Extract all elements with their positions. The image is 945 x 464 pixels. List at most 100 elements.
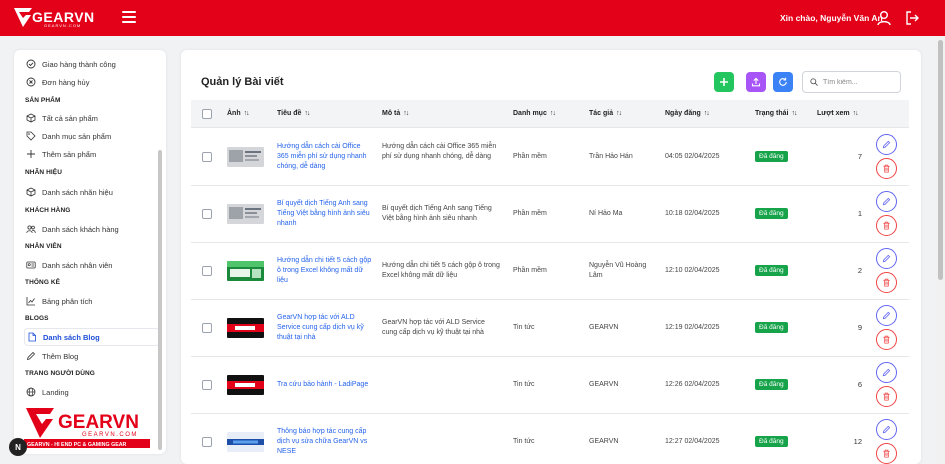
sidebar: Giao hàng thành công Đơn hàng hủy SẢN PH…	[14, 50, 166, 454]
edit-button[interactable]	[876, 305, 897, 326]
table-row: Tra cứu bảo hành - LadiPage Tin tức GEAR…	[191, 357, 909, 414]
post-thumbnail	[227, 375, 264, 395]
row-checkbox[interactable]	[202, 380, 212, 390]
sidebar-item-customer-list[interactable]: Danh sách khách hàng	[26, 220, 148, 238]
refresh-button[interactable]	[773, 72, 793, 92]
column-header-label: Lượt xem	[817, 110, 850, 117]
status-badge: Đã đăng	[755, 322, 788, 333]
edit-button[interactable]	[876, 191, 897, 212]
box-icon	[26, 187, 36, 197]
post-title-link[interactable]: GearVN hợp tác với ALD Service cung cấp …	[277, 313, 373, 343]
menu-toggle-icon[interactable]	[122, 11, 136, 23]
table-row: Hướng dẫn chi tiết 5 cách gộp ô trong Ex…	[191, 243, 909, 300]
sort-icon: ↑↓	[549, 110, 556, 117]
sidebar-item-product-categories[interactable]: Danh mục sản phẩm	[26, 127, 148, 145]
users-icon	[26, 225, 36, 234]
sort-icon: ↑↓	[791, 110, 797, 117]
post-title-link[interactable]: Hướng dẫn chi tiết 5 cách gộp ô trong Ex…	[277, 256, 373, 286]
refresh-icon	[779, 77, 787, 86]
add-post-button[interactable]	[714, 72, 734, 92]
edit-button[interactable]	[876, 362, 897, 383]
column-header-title[interactable]: Tiêu đề ↑↓	[277, 110, 310, 117]
delete-button[interactable]	[876, 329, 897, 350]
logout-icon[interactable]	[904, 10, 920, 26]
svg-text:GEARVN - HI END PC & GAMING GE: GEARVN - HI END PC & GAMING GEAR	[27, 442, 127, 448]
sidebar-item-label: Danh sách Blog	[43, 332, 100, 342]
sidebar-item-delivered[interactable]: Giao hàng thành công	[26, 55, 148, 73]
sidebar-item-staff-list[interactable]: Danh sách nhân viên	[26, 256, 148, 274]
post-views: 1	[857, 209, 862, 218]
table-row: Hướng dẫn cách cài Office 365 miễn phí s…	[191, 129, 909, 186]
sidebar-item-blog-list[interactable]: Danh sách Blog	[24, 328, 160, 346]
blog-management-panel: Quản lý Bài viết Ảnh↑↓ Tiêu đề↑↓ Mô tả↑↓…	[181, 50, 921, 464]
post-thumbnail	[227, 318, 264, 338]
post-author: GEARVN	[589, 438, 619, 445]
gearvn-logo[interactable]: GEARVN GEARVN.COM	[14, 8, 96, 30]
document-icon	[28, 332, 36, 342]
column-header-views[interactable]: Lượt xem ↑↓	[817, 110, 859, 117]
upload-button[interactable]	[746, 72, 766, 92]
row-checkbox[interactable]	[202, 323, 212, 333]
column-header-date[interactable]: Ngày đăng ↑↓	[665, 110, 710, 117]
sidebar-item-label: Landing	[42, 387, 69, 397]
post-views: 2	[857, 266, 862, 275]
page-scrollbar[interactable]	[936, 36, 945, 464]
column-header-status[interactable]: Trạng thái ↑↓	[755, 110, 797, 117]
x-circle-icon	[26, 77, 36, 87]
delete-button[interactable]	[876, 386, 897, 407]
row-checkbox[interactable]	[202, 266, 212, 276]
sort-icon: ↑↓	[703, 110, 710, 117]
search-input[interactable]	[823, 78, 897, 86]
sidebar-item-label: Tất cả sản phẩm	[42, 113, 98, 123]
post-title-link[interactable]: Tra cứu bảo hành - LadiPage	[277, 380, 373, 390]
sidebar-section-statistics: THỐNG KÊ	[25, 279, 61, 286]
pencil-icon	[882, 311, 891, 320]
column-header-label: Mô tả	[382, 110, 401, 117]
edit-button[interactable]	[876, 248, 897, 269]
user-icon[interactable]	[876, 10, 892, 26]
post-thumbnail	[227, 432, 264, 452]
pencil-icon	[882, 197, 891, 206]
sidebar-item-label: Bảng phân tích	[42, 296, 93, 306]
sort-icon: ↑↓	[243, 110, 250, 117]
delete-button[interactable]	[876, 215, 897, 236]
column-header-description[interactable]: Mô tả ↑↓	[382, 110, 409, 117]
post-views: 12	[853, 437, 862, 446]
post-description: Hướng dẫn chi tiết 5 cách gộp ô trong Ex…	[382, 262, 500, 279]
sidebar-item-landing[interactable]: Landing	[26, 383, 148, 401]
sidebar-item-brand-list[interactable]: Danh sách nhãn hiệu	[26, 183, 148, 201]
post-date: 04:05 02/04/2025	[665, 153, 720, 160]
sidebar-item-add-product[interactable]: Thêm sản phẩm	[26, 145, 148, 163]
row-checkbox[interactable]	[202, 437, 212, 447]
sidebar-scrollbar[interactable]	[158, 150, 162, 450]
sidebar-item-analytics[interactable]: Bảng phân tích	[26, 292, 148, 310]
post-date: 12:10 02/04/2025	[665, 267, 720, 274]
table-row: GearVN hợp tác với ALD Service cung cấp …	[191, 300, 909, 357]
status-badge: Đã đăng	[755, 379, 788, 390]
edit-button[interactable]	[876, 419, 897, 440]
post-thumbnail	[227, 147, 264, 167]
column-header-image[interactable]: Ảnh ↑↓	[227, 110, 250, 117]
column-header-author[interactable]: Tác giả ↑↓	[589, 110, 622, 117]
post-title-link[interactable]: Thông báo hợp tác cung cấp dịch vụ sửa c…	[277, 427, 373, 457]
sidebar-item-add-blog[interactable]: Thêm Blog	[26, 347, 148, 365]
column-header-label: Tiêu đề	[277, 110, 302, 117]
row-checkbox[interactable]	[202, 152, 212, 162]
column-header-category[interactable]: Danh mục ↑↓	[513, 110, 556, 117]
select-all-checkbox[interactable]	[202, 109, 212, 119]
post-title-link[interactable]: Hướng dẫn cách cài Office 365 miễn phí s…	[277, 142, 373, 172]
search-box[interactable]	[802, 71, 901, 93]
sidebar-item-label: Thêm Blog	[42, 351, 79, 361]
delete-button[interactable]	[876, 272, 897, 293]
delete-button[interactable]	[876, 443, 897, 464]
row-checkbox[interactable]	[202, 209, 212, 219]
floating-n-button[interactable]: N	[9, 438, 27, 456]
sidebar-item-label: Danh sách khách hàng	[42, 224, 119, 234]
sidebar-item-label: Danh sách nhân viên	[42, 260, 113, 270]
post-author: GEARVN	[589, 381, 619, 388]
edit-button[interactable]	[876, 134, 897, 155]
delete-button[interactable]	[876, 158, 897, 179]
sidebar-item-all-products[interactable]: Tất cả sản phẩm	[26, 109, 148, 127]
post-title-link[interactable]: Bí quyết dịch Tiếng Anh sang Tiếng Việt …	[277, 199, 373, 229]
sidebar-item-cancelled[interactable]: Đơn hàng hủy	[26, 73, 148, 91]
